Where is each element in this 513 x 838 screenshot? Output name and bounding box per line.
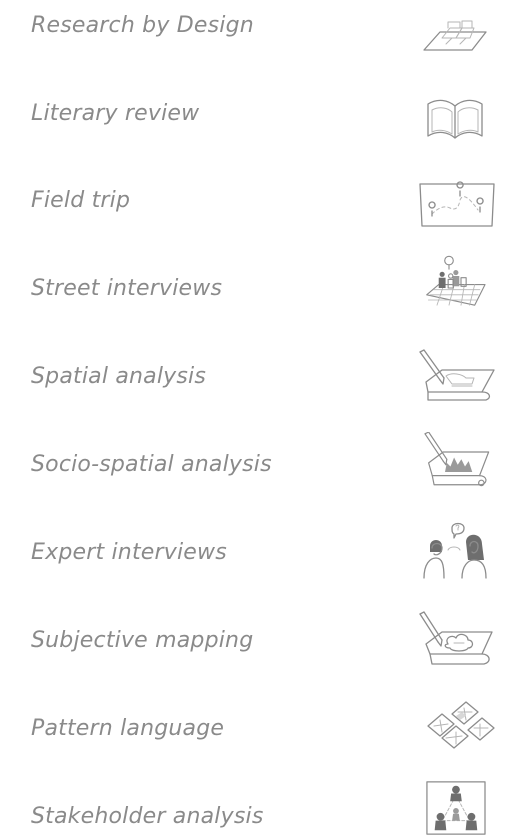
method-row-field-trip[interactable]: Field trip [0, 172, 513, 232]
method-label: Spatial analysis [31, 364, 207, 389]
stakeholder-network-icon [412, 778, 498, 838]
method-label: Pattern language [31, 716, 225, 741]
method-row-subjective-mapping[interactable]: Subjective mapping [0, 602, 513, 665]
people-on-grid-icon [412, 252, 498, 312]
method-label: Expert interviews [31, 540, 227, 565]
model-blocks-icon [412, 8, 498, 68]
pen-drawing-plan-icon [412, 346, 498, 406]
method-label: Literary review [31, 101, 200, 126]
map-route-icon [412, 174, 498, 234]
pen-drawing-idea-icon [412, 610, 498, 670]
method-row-street-interviews[interactable]: Street interviews [0, 255, 513, 318]
method-label: Research by Design [31, 13, 254, 38]
method-row-socio-spatial-analysis[interactable]: Socio-spatial analysis [0, 430, 513, 490]
method-row-stakeholder-analysis[interactable]: Stakeholder analysis [0, 774, 513, 835]
pen-drawing-chart-icon [412, 432, 498, 492]
method-row-expert-interviews[interactable]: Expert interviews [0, 516, 513, 579]
method-row-pattern-language[interactable]: Pattern language [0, 688, 513, 749]
research-methods-list: Research by Design Literary review Field… [0, 0, 513, 836]
pattern-cards-icon [412, 696, 498, 756]
open-book-icon [412, 86, 498, 146]
method-label: Field trip [31, 188, 131, 213]
method-row-literary-review[interactable]: Literary review [0, 86, 513, 146]
method-row-spatial-analysis[interactable]: Spatial analysis [0, 344, 513, 404]
method-row-research-by-design[interactable]: Research by Design [0, 0, 513, 60]
method-label: Socio-spatial analysis [31, 452, 272, 477]
method-label: Street interviews [31, 276, 223, 301]
method-label: Subjective mapping [31, 628, 254, 653]
two-people-talking-icon [412, 520, 498, 580]
method-label: Stakeholder analysis [31, 804, 264, 829]
